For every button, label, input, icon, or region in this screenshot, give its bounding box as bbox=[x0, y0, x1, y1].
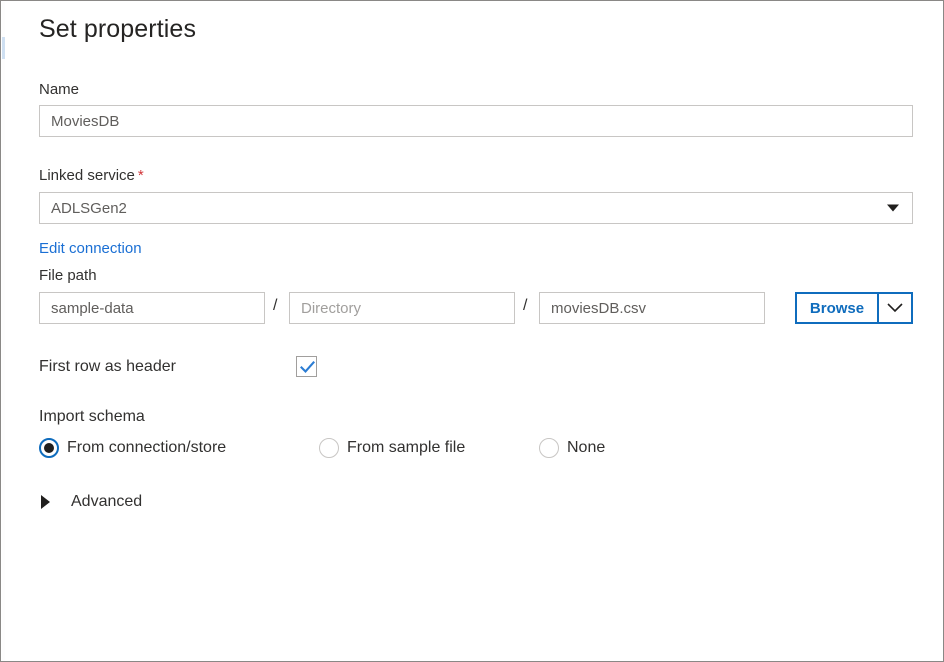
linked-service-label: Linked service* bbox=[39, 167, 144, 184]
radio-circle-icon bbox=[539, 438, 559, 458]
file-path-label: File path bbox=[39, 267, 97, 284]
file-path-separator-2: / bbox=[523, 297, 527, 315]
browse-dropdown-button[interactable] bbox=[877, 294, 911, 322]
caret-down-icon[interactable] bbox=[887, 205, 899, 212]
radio-circle-icon bbox=[39, 438, 59, 458]
set-properties-panel: Set properties Name MoviesDB Linked serv… bbox=[0, 0, 944, 662]
first-row-as-header-label: First row as header bbox=[39, 358, 176, 376]
file-path-container-input[interactable]: sample-data bbox=[39, 292, 265, 324]
name-input[interactable]: MoviesDB bbox=[39, 105, 913, 137]
radio-none[interactable]: None bbox=[539, 438, 605, 458]
edit-connection-link[interactable]: Edit connection bbox=[39, 240, 142, 257]
name-label: Name bbox=[39, 81, 79, 98]
triangle-right-icon bbox=[41, 495, 50, 509]
linked-service-value: ADLSGen2 bbox=[51, 200, 127, 217]
import-schema-radio-group: From connection/store From sample file N… bbox=[39, 438, 639, 464]
radio-from-sample-file-label: From sample file bbox=[347, 439, 465, 457]
radio-from-sample-file[interactable]: From sample file bbox=[319, 438, 465, 458]
file-path-file-input[interactable]: moviesDB.csv bbox=[539, 292, 765, 324]
radio-circle-icon bbox=[319, 438, 339, 458]
radio-from-connection-store[interactable]: From connection/store bbox=[39, 438, 226, 458]
first-row-as-header-checkbox[interactable] bbox=[296, 356, 317, 377]
browse-button-group[interactable]: Browse bbox=[795, 292, 913, 324]
file-path-directory-input[interactable]: Directory bbox=[289, 292, 515, 324]
linked-service-dropdown[interactable]: ADLSGen2 bbox=[39, 192, 913, 224]
checkmark-icon bbox=[299, 359, 316, 376]
file-path-separator-1: / bbox=[273, 297, 277, 315]
browse-button[interactable]: Browse bbox=[797, 294, 877, 322]
linked-service-label-text: Linked service bbox=[39, 167, 135, 184]
advanced-section-toggle[interactable]: Advanced bbox=[39, 493, 142, 511]
radio-none-label: None bbox=[567, 439, 605, 457]
required-asterisk: * bbox=[138, 167, 144, 184]
chevron-down-icon bbox=[887, 303, 903, 313]
radio-dot-icon bbox=[44, 443, 54, 453]
advanced-label: Advanced bbox=[71, 493, 142, 511]
page-title: Set properties bbox=[39, 15, 196, 44]
import-schema-label: Import schema bbox=[39, 408, 145, 426]
radio-from-connection-store-label: From connection/store bbox=[67, 439, 226, 457]
